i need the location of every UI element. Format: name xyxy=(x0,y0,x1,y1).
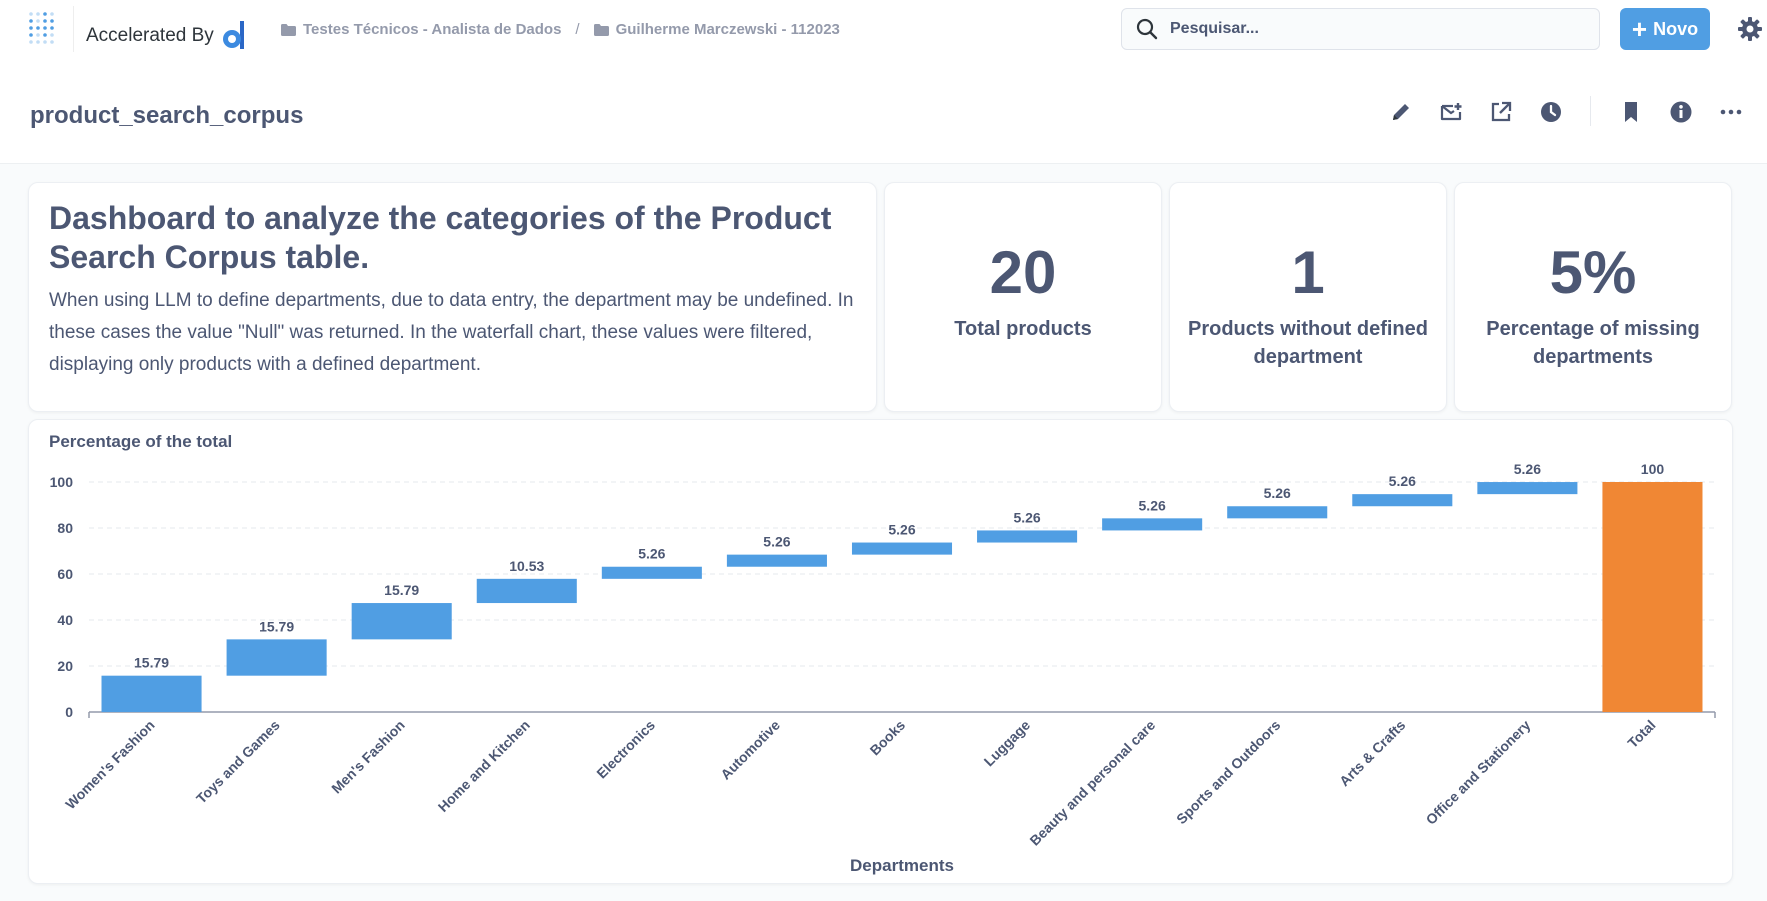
text-card-heading: Dashboard to analyze the categories of t… xyxy=(49,200,832,275)
metabase-logo[interactable] xyxy=(27,10,61,48)
x-tick-label: Automotive xyxy=(717,717,783,783)
waterfall-bar xyxy=(1227,506,1328,519)
y-tick-label: 80 xyxy=(57,520,73,536)
search-input[interactable] xyxy=(1170,20,1570,38)
waterfall-bar xyxy=(476,578,577,604)
x-tick-label: Luggage xyxy=(981,717,1034,770)
data-label: 15.79 xyxy=(384,582,419,598)
stat-value: 20 xyxy=(989,239,1057,306)
data-label: 5.26 xyxy=(888,522,915,538)
header-divider xyxy=(1590,96,1591,126)
dashboard-header: product_search_corpus xyxy=(0,58,1767,164)
waterfall-bar xyxy=(101,675,202,712)
brand-text: Accelerated By xyxy=(86,25,214,46)
waterfall-bar xyxy=(1352,494,1453,507)
search-bar[interactable] xyxy=(1121,8,1600,50)
breadcrumb: Testes Técnicos - Analista de Dados / Gu… xyxy=(281,21,840,38)
new-button-label: Novo xyxy=(1653,18,1699,39)
waterfall-bar xyxy=(351,603,452,640)
dashboard-title[interactable]: product_search_corpus xyxy=(30,102,303,130)
brand: Accelerated By xyxy=(86,19,248,53)
x-axis-title: Departments xyxy=(850,856,954,875)
breadcrumb-collection[interactable]: Testes Técnicos - Analista de Dados xyxy=(303,21,561,38)
data-label: 5.26 xyxy=(1389,473,1416,489)
waterfall-bar xyxy=(601,566,702,579)
waterfall-bar xyxy=(1102,518,1203,531)
x-tick-label: Total xyxy=(1624,717,1658,751)
x-tick-label: Women's Fashion xyxy=(62,717,157,812)
new-button[interactable]: + Novo xyxy=(1620,8,1710,50)
y-tick-label: 0 xyxy=(65,704,73,720)
subscription-icon[interactable] xyxy=(1438,99,1464,125)
waterfall-total-bar xyxy=(1602,482,1703,712)
waterfall-bar xyxy=(977,530,1078,543)
x-tick-label: Sports and Outdoors xyxy=(1173,717,1283,827)
waterfall-bar xyxy=(726,554,827,567)
x-tick-label: Electronics xyxy=(593,717,658,782)
x-tick-label: Arts & Crafts xyxy=(1336,717,1409,790)
stat-card-missing-percentage[interactable]: 5% Percentage of missing departments xyxy=(1454,182,1732,412)
data-label: 5.26 xyxy=(1013,509,1040,525)
top-navbar: Accelerated By Testes Técnicos - Analist… xyxy=(0,0,1767,58)
breadcrumb-subcollection[interactable]: Guilherme Marczewski - 112023 xyxy=(616,21,840,38)
data-label: 15.79 xyxy=(259,618,294,634)
stat-label: Total products xyxy=(954,318,1092,340)
gear-icon[interactable] xyxy=(1737,16,1763,42)
logo-divider xyxy=(73,6,74,52)
waterfall-bar xyxy=(226,639,327,676)
stat-value: 5% xyxy=(1549,239,1637,306)
data-label: 5.26 xyxy=(1514,461,1541,477)
text-card-body: When using LLM to define departments, du… xyxy=(49,290,854,375)
breadcrumb-separator: / xyxy=(575,21,580,38)
y-tick-label: 100 xyxy=(50,474,74,490)
info-icon[interactable] xyxy=(1668,99,1694,125)
data-label: 5.26 xyxy=(1264,485,1291,501)
pencil-icon[interactable] xyxy=(1388,99,1414,125)
x-tick-label: Office and Stationery xyxy=(1423,717,1534,828)
data-label: 5.26 xyxy=(763,534,790,550)
waterfall-bar xyxy=(1477,482,1578,495)
folder-icon xyxy=(593,23,609,36)
waterfall-chart-card[interactable]: Percentage of the total 0 20 40 60 80 100 15.7… xyxy=(28,419,1733,884)
stat-label: Products without defined department xyxy=(1188,318,1428,368)
more-icon[interactable] xyxy=(1718,99,1744,125)
data-label: 10.53 xyxy=(509,558,544,574)
stat-card-products-without-department[interactable]: 1 Products without defined department xyxy=(1169,182,1447,412)
x-tick-label: Men's Fashion xyxy=(328,717,408,797)
waterfall-chart: 0 20 40 60 80 100 15.79 Women's Fashion 15.79 Toy… xyxy=(50,461,1716,875)
y-tick-label: 40 xyxy=(57,612,73,628)
x-tick-label: Books xyxy=(867,717,909,759)
brand-d-logo-icon xyxy=(222,21,244,49)
x-tick-label: Home and Kitchen xyxy=(435,717,533,815)
data-label: 5.26 xyxy=(638,546,665,562)
text-card: Dashboard to analyze the categories of t… xyxy=(28,182,877,412)
y-tick-label: 20 xyxy=(57,658,73,674)
x-tick-label: Toys and Games xyxy=(193,717,283,807)
waterfall-bar xyxy=(851,542,953,555)
share-icon[interactable] xyxy=(1488,99,1514,125)
bookmark-icon[interactable] xyxy=(1618,99,1644,125)
data-label: 15.79 xyxy=(134,655,169,671)
data-label: 100 xyxy=(1641,461,1665,477)
plus-icon: + xyxy=(1631,14,1648,44)
stat-value: 1 xyxy=(1291,239,1325,306)
y-tick-label: 60 xyxy=(57,566,73,582)
search-icon xyxy=(1136,18,1158,40)
x-tick-label: Beauty and personal care xyxy=(1026,717,1158,849)
data-label: 5.26 xyxy=(1139,497,1166,513)
stat-card-total-products[interactable]: 20 Total products xyxy=(884,182,1162,412)
stat-label: Percentage of missing departments xyxy=(1486,318,1700,368)
folder-icon xyxy=(281,23,296,36)
history-icon[interactable] xyxy=(1538,99,1564,125)
